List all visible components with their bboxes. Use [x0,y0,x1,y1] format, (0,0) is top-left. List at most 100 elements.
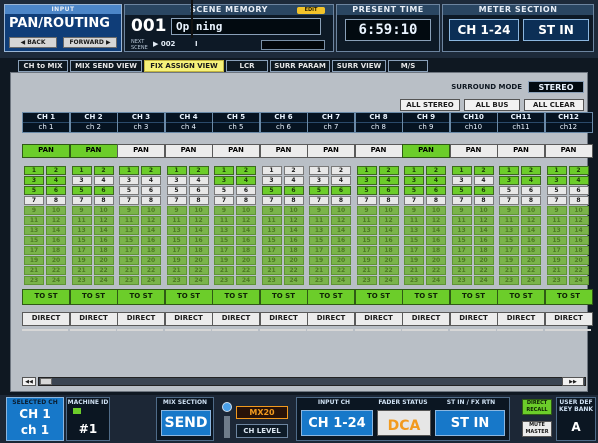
bus-assign-button[interactable]: 1 [309,166,329,175]
bus-assign-button[interactable]: 24 [141,276,161,285]
bus-assign-button[interactable]: 11 [499,216,519,225]
bus-assign-button[interactable]: 5 [261,186,282,195]
pan-button[interactable]: PAN [544,144,593,158]
bus-assign-button[interactable]: 9 [499,206,519,215]
bus-assign-button[interactable]: 1 [404,166,424,175]
bus-assign-button[interactable]: 13 [214,226,234,235]
bus-assign-button[interactable]: 20 [473,256,494,265]
bus-assign-button[interactable]: 6 [283,186,304,195]
bus-assign-button[interactable]: 24 [93,276,114,285]
bus-assign-button[interactable]: 12 [331,216,351,225]
bus-assign-button[interactable]: 8 [473,196,494,205]
meter-ch-button[interactable]: CH 1-24 [449,19,519,41]
bus-assign-button[interactable]: 3 [261,176,282,185]
bus-assign-button[interactable]: 9 [404,206,424,215]
bus-assign-button[interactable]: 8 [521,196,541,205]
bus-assign-button[interactable]: 16 [331,236,351,245]
channel-name-display[interactable]: CH 7 ch 7 [307,112,355,133]
bus-assign-button[interactable]: 18 [473,246,494,255]
mute-master-button[interactable]: MUTE MASTER [522,421,552,437]
bus-assign-button[interactable]: 24 [378,276,399,285]
bus-assign-button[interactable]: 1 [356,166,377,175]
bus-assign-button[interactable]: 18 [568,246,589,255]
bus-assign-button[interactable]: 6 [568,186,589,195]
to-stereo-button[interactable]: TO ST [402,289,450,305]
bus-assign-button[interactable]: 12 [283,216,304,225]
bus-assign-button[interactable]: 17 [71,246,92,255]
bus-assign-button[interactable]: 15 [356,236,377,245]
direct-out-button[interactable]: DIRECT [22,312,70,326]
to-stereo-button[interactable]: TO ST [22,289,70,305]
bus-assign-button[interactable]: 23 [214,276,234,285]
bus-assign-button[interactable]: 22 [141,266,161,275]
to-stereo-button[interactable]: TO ST [449,289,498,305]
bus-assign-button[interactable]: 23 [166,276,187,285]
bus-assign-button[interactable]: 16 [473,236,494,245]
bus-assign-button[interactable]: 24 [331,276,351,285]
bus-assign-button[interactable]: 8 [331,196,351,205]
bus-assign-button[interactable]: 4 [236,176,256,185]
bus-assign-button[interactable]: 16 [141,236,161,245]
bus-assign-button[interactable]: 13 [71,226,92,235]
bus-assign-button[interactable]: 13 [309,226,329,235]
bus-assign-button[interactable]: 22 [426,266,446,275]
selected-ch-number[interactable]: CH 1 [7,407,63,421]
bus-assign-button[interactable]: 11 [214,216,234,225]
bus-assign-button[interactable]: 11 [309,216,329,225]
bus-assign-button[interactable]: 10 [93,206,114,215]
bus-assign-button[interactable]: 17 [546,246,567,255]
bus-assign-button[interactable]: 2 [473,166,494,175]
fader-status-dca[interactable]: DCA [377,410,431,436]
bus-assign-button[interactable]: 8 [426,196,446,205]
pan-button[interactable]: PAN [307,144,355,158]
bus-assign-button[interactable]: 5 [214,186,234,195]
bus-assign-button[interactable]: 17 [261,246,282,255]
bus-assign-button[interactable]: 15 [71,236,92,245]
channel-name-display[interactable]: CH 3 ch 3 [117,112,165,133]
bus-assign-button[interactable]: 20 [141,256,161,265]
bus-assign-button[interactable]: 2 [568,166,589,175]
bus-assign-button[interactable]: 1 [546,166,567,175]
bus-assign-button[interactable]: 5 [451,186,472,195]
direct-out-button[interactable]: DIRECT [307,312,355,326]
bus-assign-button[interactable]: 22 [473,266,494,275]
bus-assign-button[interactable]: 13 [356,226,377,235]
bus-assign-button[interactable]: 10 [283,206,304,215]
bus-assign-button[interactable]: 4 [141,176,161,185]
bus-assign-button[interactable]: 22 [521,266,541,275]
channel-name-display[interactable]: CH 8 ch 8 [354,112,403,133]
bus-assign-button[interactable]: 16 [521,236,541,245]
bus-assign-button[interactable]: 20 [378,256,399,265]
bus-assign-button[interactable]: 8 [568,196,589,205]
bus-assign-button[interactable]: 13 [166,226,187,235]
bus-assign-button[interactable]: 20 [568,256,589,265]
bus-assign-button[interactable]: 17 [24,246,44,255]
to-stereo-button[interactable]: TO ST [69,289,118,305]
bus-assign-button[interactable]: 10 [521,206,541,215]
bus-assign-button[interactable]: 8 [283,196,304,205]
scroll-left-button[interactable]: ◀◀ [22,377,36,386]
bus-assign-button[interactable]: 24 [521,276,541,285]
bus-assign-button[interactable]: 6 [473,186,494,195]
all-clear-button[interactable]: ALL CLEAR [524,99,584,111]
direct-out-button[interactable]: DIRECT [544,312,593,326]
bus-assign-button[interactable]: 14 [378,226,399,235]
bus-assign-button[interactable]: 23 [309,276,329,285]
bus-assign-button[interactable]: 9 [309,206,329,215]
bus-assign-button[interactable]: 9 [214,206,234,215]
bus-assign-button[interactable]: 17 [309,246,329,255]
channel-name-display[interactable]: CH11 ch11 [497,112,545,133]
tab-mix-send-view[interactable]: MIX SEND VIEW [70,60,142,72]
bus-assign-button[interactable]: 19 [309,256,329,265]
to-stereo-button[interactable]: TO ST [354,289,403,305]
bus-assign-button[interactable]: 15 [404,236,424,245]
bus-assign-button[interactable]: 6 [331,186,351,195]
to-stereo-button[interactable]: TO ST [117,289,165,305]
bus-assign-button[interactable]: 19 [24,256,44,265]
bus-assign-button[interactable]: 18 [141,246,161,255]
bus-assign-button[interactable]: 11 [404,216,424,225]
bus-assign-button[interactable]: 4 [331,176,351,185]
mix-send-button[interactable]: SEND [161,410,211,436]
bus-assign-button[interactable]: 23 [24,276,44,285]
pan-button[interactable]: PAN [212,144,260,158]
